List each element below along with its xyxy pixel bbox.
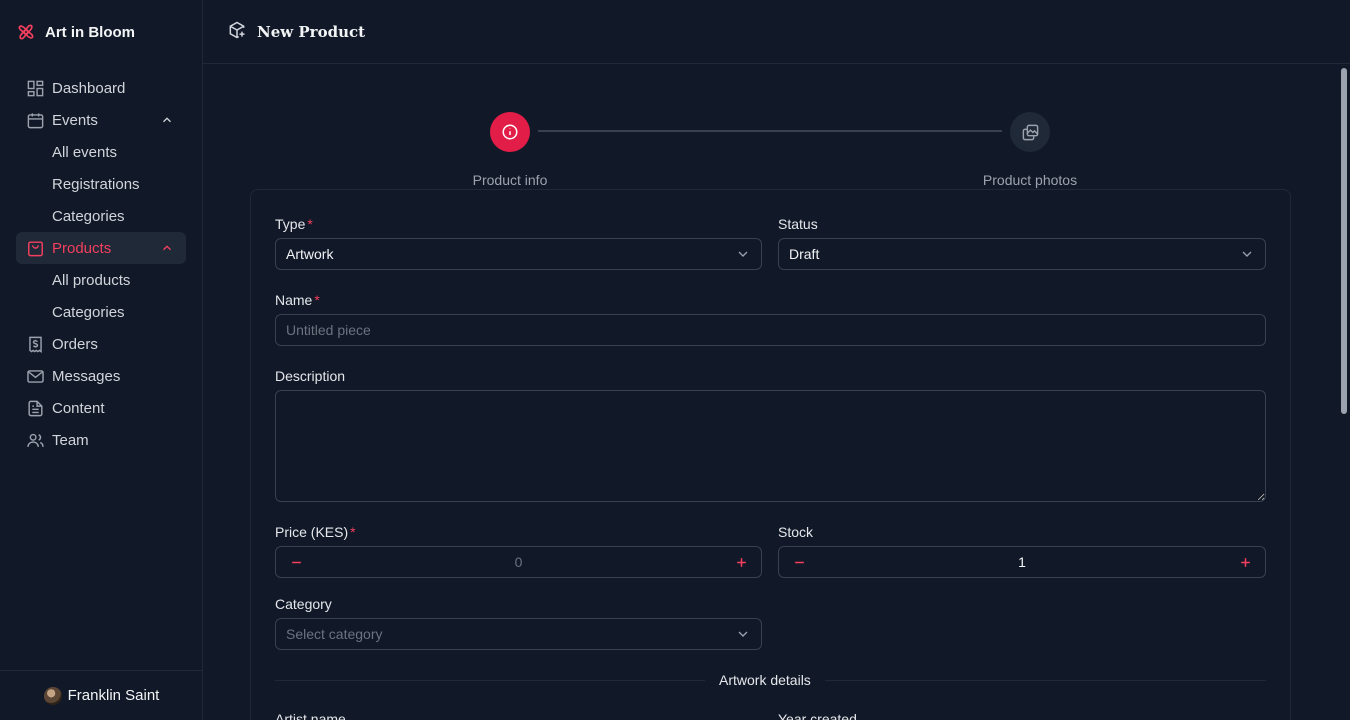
minus-icon — [291, 561, 301, 563]
type-label: Type * — [275, 216, 313, 232]
sidebar-item-dashboard[interactable]: Dashboard — [16, 72, 186, 104]
flower-logo-icon — [16, 22, 36, 42]
sidebar-subitem-all-products[interactable]: All products — [16, 264, 186, 296]
step-circle — [1010, 112, 1050, 152]
sidebar-subitem-all-events[interactable]: All events — [16, 136, 186, 168]
description-label: Description — [275, 368, 346, 384]
required-marker: * — [307, 216, 313, 232]
type-select-value: Artwork — [286, 246, 334, 262]
sidebar-item-label: Content — [52, 399, 105, 417]
price-label: Price (KES) * — [275, 524, 356, 540]
sidebar-subitem-registrations[interactable]: Registrations — [16, 168, 186, 200]
status-select-value: Draft — [789, 246, 820, 262]
stock-value[interactable]: 1 — [819, 554, 1225, 570]
decrement-button[interactable] — [276, 547, 316, 577]
sidebar-nav: Dashboard Events All events Registration… — [16, 72, 186, 456]
section-title: Artwork details — [705, 672, 825, 688]
document-icon — [26, 399, 45, 418]
status-label: Status — [778, 216, 818, 232]
name-input-placeholder: Untitled piece — [286, 322, 371, 338]
status-select[interactable]: Draft — [778, 238, 1266, 270]
price-value[interactable]: 0 — [316, 554, 721, 570]
category-label: Category — [275, 596, 332, 612]
main-scrollbar[interactable] — [1338, 64, 1350, 720]
increment-button[interactable] — [1225, 547, 1265, 577]
user-menu[interactable]: Franklin Saint — [0, 670, 203, 720]
name-label: Name * — [275, 292, 320, 308]
price-label-text: Price (KES) — [275, 524, 349, 540]
sidebar-subitem-event-categories[interactable]: Categories — [16, 200, 186, 232]
brand[interactable]: Art in Bloom — [16, 22, 135, 42]
name-input[interactable]: Untitled piece — [275, 314, 1266, 346]
required-marker: * — [350, 524, 356, 540]
plus-icon — [736, 557, 746, 567]
page-header: New Product — [203, 0, 1350, 64]
sidebar-item-label: Events — [52, 111, 98, 129]
category-select-placeholder: Select category — [286, 626, 383, 642]
sidebar-item-products[interactable]: Products — [16, 232, 186, 264]
sidebar-item-label: Messages — [52, 367, 121, 385]
step-product-photos[interactable]: Product photos — [975, 112, 1085, 188]
step-label: Product info — [472, 172, 548, 188]
brand-name: Art in Bloom — [45, 23, 135, 41]
minus-icon — [794, 561, 804, 563]
receipt-icon — [26, 335, 45, 354]
chevron-down-icon — [738, 631, 748, 637]
description-textarea[interactable] — [275, 390, 1266, 502]
package-plus-icon — [227, 20, 247, 44]
type-label-text: Type — [275, 216, 306, 232]
sidebar-item-team[interactable]: Team — [16, 424, 186, 456]
increment-button[interactable] — [721, 547, 761, 577]
required-marker: * — [314, 292, 320, 308]
step-product-info[interactable]: Product info — [470, 112, 550, 188]
sidebar-item-label: Products — [52, 239, 112, 257]
sidebar-item-messages[interactable]: Messages — [16, 360, 186, 392]
name-label-text: Name — [275, 292, 313, 308]
type-select[interactable]: Artwork — [275, 238, 762, 270]
calendar-icon — [26, 111, 45, 130]
page-title: New Product — [257, 22, 366, 41]
year-created-label: Year created — [778, 711, 857, 720]
info-icon — [502, 124, 518, 140]
category-select[interactable]: Select category — [275, 618, 762, 650]
chevron-down-icon — [738, 251, 748, 257]
chevron-down-icon — [1242, 251, 1252, 257]
sidebar-item-events[interactable]: Events — [16, 104, 186, 136]
sidebar-item-label: Orders — [52, 335, 98, 353]
chevron-up-icon[interactable] — [160, 113, 174, 127]
plus-icon — [1240, 557, 1250, 567]
sidebar-subitem-product-categories[interactable]: Categories — [16, 296, 186, 328]
sidebar: Art in Bloom Dashboard Events All events… — [0, 0, 203, 720]
stepper-connector — [538, 130, 1002, 132]
chevron-up-icon[interactable] — [160, 241, 174, 255]
stock-stepper[interactable]: 1 — [778, 546, 1266, 578]
sidebar-item-label: Team — [52, 431, 89, 449]
decrement-button[interactable] — [779, 547, 819, 577]
price-stepper[interactable]: 0 — [275, 546, 762, 578]
stock-label: Stock — [778, 524, 814, 540]
step-circle — [490, 112, 530, 152]
user-name: Franklin Saint — [67, 687, 160, 704]
sidebar-item-orders[interactable]: Orders — [16, 328, 186, 360]
mail-icon — [26, 367, 45, 386]
sidebar-item-content[interactable]: Content — [16, 392, 186, 424]
avatar — [43, 686, 62, 705]
users-icon — [26, 431, 45, 450]
images-icon — [1022, 124, 1038, 140]
artist-name-label: Artist name — [275, 711, 346, 720]
scrollbar-thumb[interactable] — [1341, 68, 1347, 414]
dashboard-icon — [26, 79, 45, 98]
sidebar-item-label: Dashboard — [52, 79, 126, 97]
shopping-bag-icon — [26, 239, 45, 258]
step-label: Product photos — [982, 172, 1078, 188]
